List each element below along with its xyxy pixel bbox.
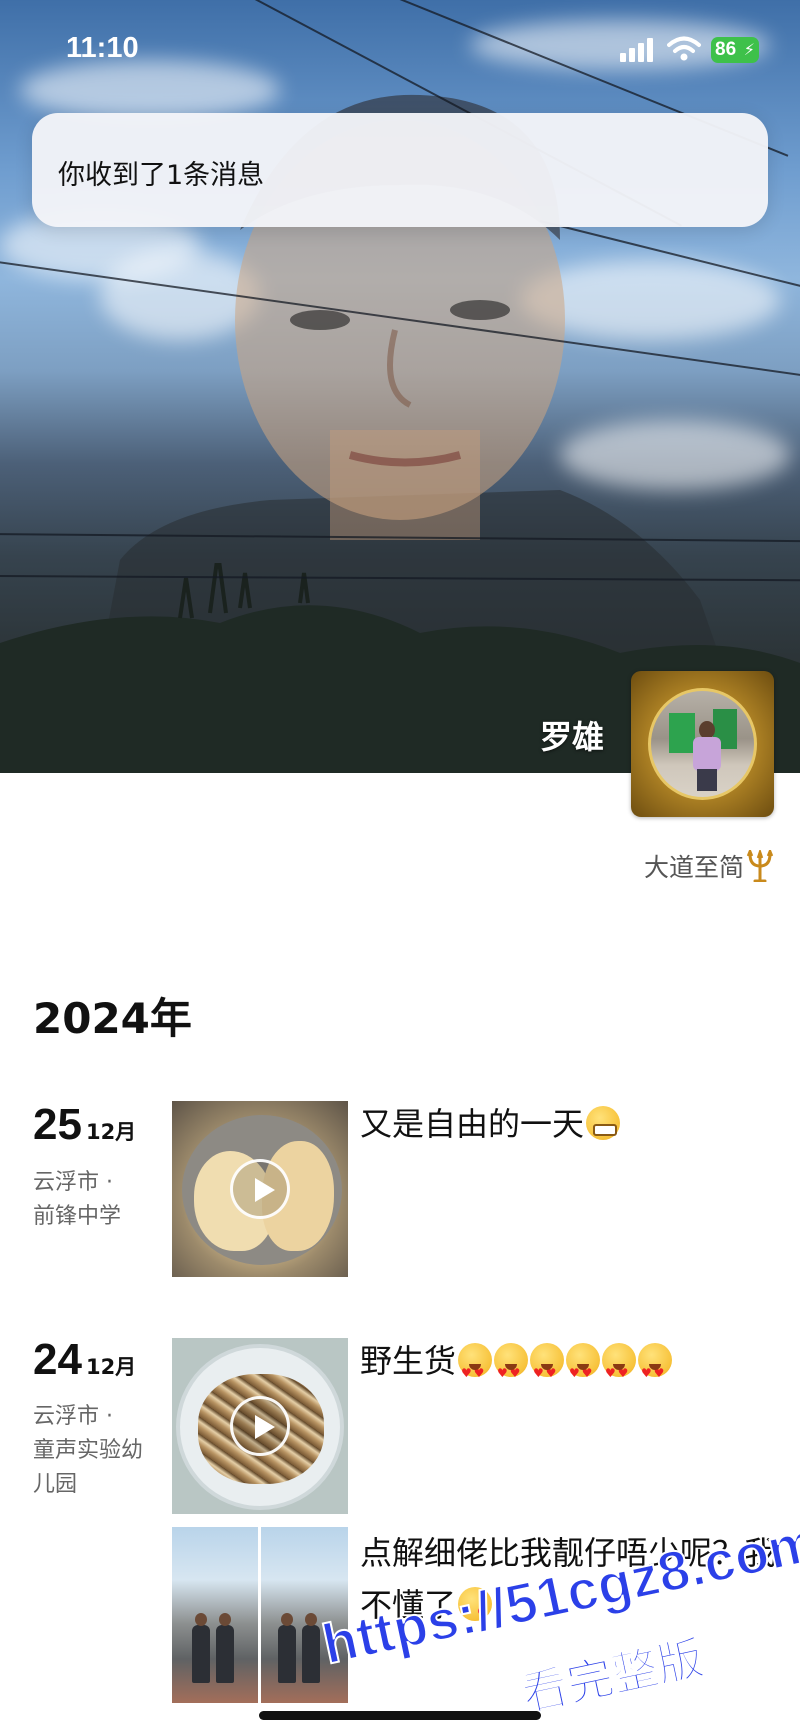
heart-eyes-icon xyxy=(530,1343,565,1399)
status-time: 11:10 xyxy=(66,32,139,64)
post-day: 24 xyxy=(33,1335,82,1384)
play-icon[interactable] xyxy=(230,1396,290,1456)
post-text-content: 又是自由的一天 xyxy=(360,1105,585,1143)
status-bar: 11:10 86 ⚡ xyxy=(0,0,800,100)
signature-text: 大道至简 xyxy=(643,853,744,882)
post-text-content: 点解细佬比我靓仔唔少呢？我不懂了 xyxy=(360,1534,777,1624)
post-month: 12月 xyxy=(85,1120,137,1144)
post-month: 12月 xyxy=(85,1355,137,1379)
post-text[interactable]: 又是自由的一天 xyxy=(360,1098,780,1150)
year-heading: 2024年 xyxy=(33,994,192,1043)
location-city: 云浮市 · xyxy=(33,1404,113,1429)
battery-percent: 86 xyxy=(715,39,737,60)
post-day: 25 xyxy=(33,1100,82,1149)
charging-bolt-icon: ⚡ xyxy=(743,40,755,59)
notification-text: 你收到了1条消息 xyxy=(58,160,265,191)
heart-eyes-icon xyxy=(458,1343,493,1399)
post-date: 24 12月 xyxy=(33,1335,136,1385)
heart-eyes-icon xyxy=(566,1343,601,1399)
avatar[interactable] xyxy=(631,671,774,817)
post-location[interactable]: 云浮市 · 童声实验幼儿园 xyxy=(33,1400,163,1502)
battery-icon: 86 ⚡ xyxy=(711,37,759,63)
post-location[interactable]: 云浮市 · 前锋中学 xyxy=(33,1166,163,1234)
heart-eyes-icon xyxy=(602,1343,637,1399)
home-indicator[interactable] xyxy=(259,1711,541,1720)
location-city: 云浮市 · xyxy=(33,1170,113,1195)
post-date: 25 12月 xyxy=(33,1100,136,1150)
wifi-icon xyxy=(667,36,701,61)
post-text[interactable]: 点解细佬比我靓仔唔少呢？我不懂了 xyxy=(360,1527,800,1631)
play-icon[interactable] xyxy=(230,1159,290,1219)
watermark-caption: 看完整版 xyxy=(517,1630,709,1722)
post-video-thumbnail[interactable] xyxy=(172,1101,348,1277)
heart-eyes-icon xyxy=(494,1343,529,1399)
post-photo-thumbnail[interactable] xyxy=(172,1527,348,1703)
profile-name[interactable]: 罗雄 xyxy=(540,712,604,758)
post-text-content: 野生货 xyxy=(360,1342,457,1380)
avatar-photo xyxy=(648,688,757,800)
location-place: 童声实验幼儿园 xyxy=(33,1438,144,1497)
post-video-thumbnail[interactable] xyxy=(172,1338,348,1514)
winking-face-icon xyxy=(458,1587,493,1621)
grinning-face-icon xyxy=(586,1106,621,1140)
post-text[interactable]: 野生货 xyxy=(360,1335,780,1399)
trident-icon xyxy=(746,850,774,882)
heart-eyes-icon xyxy=(638,1343,673,1399)
location-place: 前锋中学 xyxy=(33,1204,122,1229)
new-message-notification[interactable]: 你收到了1条消息 xyxy=(32,113,768,227)
signal-icon xyxy=(620,38,656,62)
profile-signature: 大道至简 xyxy=(644,848,774,884)
